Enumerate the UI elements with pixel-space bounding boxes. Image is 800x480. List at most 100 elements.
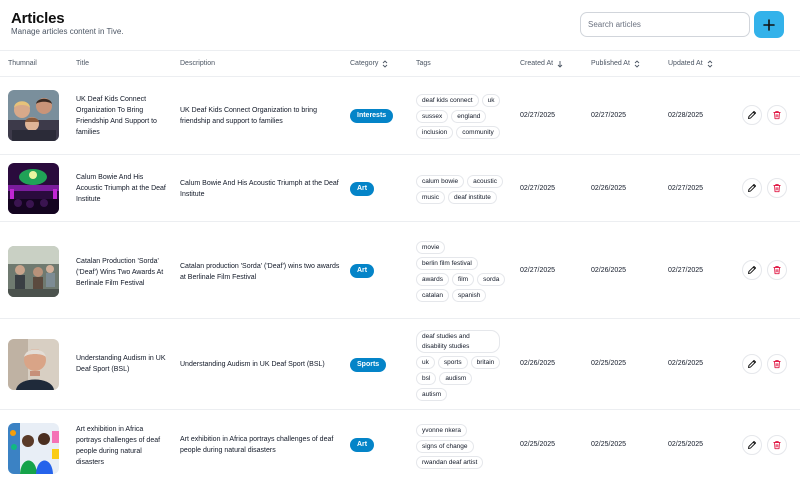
tag: signs of change — [416, 439, 474, 453]
tag: awards — [416, 272, 449, 286]
column-header-tags: Tags — [416, 60, 431, 67]
updated-at: 02/25/2025 — [668, 441, 704, 448]
article-title: Understanding Audism in UK Deaf Sport (B… — [76, 355, 166, 373]
sort-icon — [383, 59, 388, 68]
updated-at: 02/26/2025 — [668, 360, 704, 367]
article-thumbnail — [8, 423, 59, 474]
delete-button[interactable] — [767, 354, 787, 374]
article-thumbnail — [8, 90, 59, 141]
table-row[interactable]: Calum Bowie And His Acoustic Triumph at … — [0, 155, 800, 222]
tag-list: movie berlin film festival awards film s… — [416, 231, 506, 311]
tag: bsl — [416, 371, 437, 385]
column-header-category[interactable]: Category — [350, 51, 388, 76]
updated-at: 02/28/2025 — [668, 112, 704, 119]
category-badge: Sports — [350, 358, 387, 372]
page-header: Articles Manage articles content in Tive… — [0, 0, 800, 50]
pencil-icon — [748, 359, 757, 368]
created-at: 02/25/2025 — [520, 441, 556, 448]
tag: sports — [437, 355, 468, 369]
tag: yvonne nkera — [416, 423, 468, 437]
plus-icon — [763, 18, 775, 31]
tag: movie — [416, 240, 446, 254]
edit-button[interactable] — [742, 354, 762, 374]
sort-descending-icon — [557, 60, 563, 68]
table-row[interactable]: Understanding Audism in UK Deaf Sport (B… — [0, 319, 800, 410]
tag: britain — [470, 355, 501, 369]
page-subtitle: Manage articles content in Tive. — [11, 27, 124, 36]
tag: uk — [481, 93, 501, 107]
created-at: 02/27/2025 — [520, 267, 556, 274]
published-at: 02/26/2025 — [591, 267, 627, 274]
article-description: Understanding Audism in UK Deaf Sport (B… — [180, 361, 325, 368]
tag: music — [416, 190, 445, 204]
column-header-updated-at[interactable]: Updated At — [668, 51, 713, 76]
sort-icon — [634, 59, 640, 68]
tag: inclusion — [416, 125, 454, 139]
add-article-button[interactable] — [754, 11, 784, 38]
article-thumbnail — [8, 246, 59, 297]
column-header-created-at[interactable]: Created At — [520, 51, 563, 76]
delete-button[interactable] — [767, 260, 787, 280]
column-header-description: Description — [180, 60, 216, 67]
article-title: Art exhibition in Africa portrays challe… — [76, 426, 161, 466]
article-title: UK Deaf Kids Connect Organization To Bri… — [76, 96, 157, 136]
sort-icon — [707, 59, 712, 68]
delete-button[interactable] — [767, 105, 787, 125]
tag: sussex — [416, 109, 449, 123]
article-title: Calum Bowie And His Acoustic Triumph at … — [76, 174, 166, 203]
edit-button[interactable] — [742, 260, 762, 280]
tag-list: deaf kids connect uk sussex england incl… — [416, 84, 506, 148]
tag: deaf studies and disability studies — [416, 329, 500, 353]
tag: england — [451, 109, 487, 123]
category-badge: Art — [350, 438, 375, 452]
tag: catalan — [416, 288, 449, 302]
category-badge: Interests — [350, 109, 394, 123]
tag: spanish — [451, 288, 487, 302]
tag: sorda — [477, 272, 506, 286]
tag-list: deaf studies and disability studies uk s… — [416, 328, 506, 402]
category-badge: Art — [350, 264, 375, 278]
edit-button[interactable] — [742, 105, 762, 125]
category-badge: Art — [350, 182, 375, 196]
tag: autism — [416, 387, 448, 401]
delete-button[interactable] — [767, 435, 787, 455]
tag: berlin film festival — [416, 256, 478, 270]
page-title: Articles — [11, 10, 65, 27]
tag: deaf kids connect — [416, 93, 479, 107]
article-title: Catalan Production 'Sorda' ('Deaf') Wins… — [76, 258, 164, 287]
tag: deaf institute — [447, 190, 497, 204]
edit-button[interactable] — [742, 435, 762, 455]
article-thumbnail — [8, 339, 59, 390]
article-description: Calum Bowie And His Acoustic Triumph at … — [180, 180, 339, 198]
column-header-published-at[interactable]: Published At — [591, 51, 640, 76]
pencil-icon — [748, 440, 757, 449]
trash-icon — [773, 359, 781, 369]
column-header-thumbnail: Thumnail — [8, 60, 37, 67]
tag: audism — [439, 371, 473, 385]
pencil-icon — [748, 183, 757, 192]
tag-list: yvonne nkera signs of change rwandan dea… — [416, 422, 506, 470]
created-at: 02/27/2025 — [520, 112, 556, 119]
trash-icon — [773, 110, 781, 120]
tag: rwandan deaf artist — [416, 455, 484, 469]
updated-at: 02/27/2025 — [668, 185, 704, 192]
tag: acoustic — [467, 174, 503, 188]
tag: uk — [416, 355, 435, 369]
article-description: UK Deaf Kids Connect Organization to bri… — [180, 107, 317, 125]
table-row[interactable]: Catalan Production 'Sorda' ('Deaf') Wins… — [0, 222, 800, 319]
tag: community — [456, 125, 500, 139]
published-at: 02/26/2025 — [591, 185, 627, 192]
table-row[interactable]: Art exhibition in Africa portrays challe… — [0, 410, 800, 480]
pencil-icon — [748, 110, 757, 119]
published-at: 02/25/2025 — [591, 360, 627, 367]
created-at: 02/26/2025 — [520, 360, 556, 367]
published-at: 02/27/2025 — [591, 112, 627, 119]
tag: film — [451, 272, 475, 286]
trash-icon — [773, 440, 781, 450]
updated-at: 02/27/2025 — [668, 267, 704, 274]
search-input[interactable] — [580, 12, 750, 37]
created-at: 02/27/2025 — [520, 185, 556, 192]
delete-button[interactable] — [767, 178, 787, 198]
edit-button[interactable] — [742, 178, 762, 198]
table-row[interactable]: UK Deaf Kids Connect Organization To Bri… — [0, 77, 800, 155]
